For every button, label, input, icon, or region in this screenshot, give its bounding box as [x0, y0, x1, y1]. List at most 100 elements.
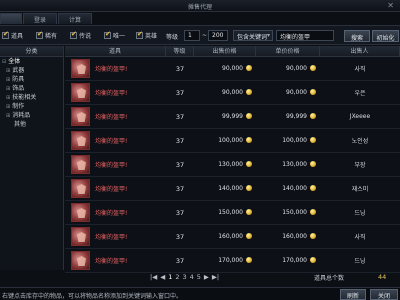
- filter-option-rare[interactable]: 稀有: [36, 30, 57, 40]
- filter-option-hero[interactable]: 英雄: [136, 30, 157, 40]
- table-row[interactable]: 均衡的盔甲! 37 100,000 100,000 노인성: [65, 129, 400, 153]
- window-title: 摊售代理: [187, 4, 212, 11]
- seller-name: 사직: [354, 66, 366, 73]
- last-page-button[interactable]: ▶|: [212, 273, 219, 281]
- search-button[interactable]: 搜索: [344, 30, 370, 42]
- tab-register[interactable]: 登录: [23, 13, 58, 24]
- tab-browse[interactable]: [0, 13, 22, 24]
- gold-coin-icon: [246, 185, 252, 191]
- gold-coin-icon: [246, 257, 252, 263]
- gold-coin-icon: [246, 209, 252, 215]
- page-3[interactable]: 3: [182, 273, 186, 281]
- category-consumable[interactable]: ⊞ 消耗品: [0, 111, 63, 120]
- item-level: 37: [175, 232, 185, 241]
- category-all[interactable]: ⊟ 全体: [0, 57, 63, 66]
- keyword-mode-select[interactable]: 包含关键词 ▾: [233, 30, 273, 41]
- table-row[interactable]: 均衡的盔甲! 37 150,000 150,000 드닝: [65, 201, 400, 225]
- item-name: 均衡的盔甲!: [95, 138, 128, 145]
- gold-coin-icon: [310, 257, 316, 263]
- reset-button[interactable]: 初始化: [372, 30, 399, 42]
- table-row[interactable]: 均衡的盔甲! 37 90,000 90,000 사직: [65, 57, 400, 81]
- checkbox[interactable]: [104, 30, 111, 39]
- filter-option-legend[interactable]: 传说: [70, 30, 91, 40]
- refresh-button[interactable]: 刷新: [340, 289, 366, 300]
- column-unit-price[interactable]: 单价价格: [256, 46, 320, 56]
- filter-option-unique[interactable]: 唯一: [104, 30, 125, 40]
- armor-icon[interactable]: [71, 251, 90, 270]
- price-value: 99,999: [222, 113, 243, 120]
- page-1[interactable]: 1: [168, 273, 172, 281]
- item-name: 均衡的盔甲!: [95, 186, 128, 193]
- table-row[interactable]: 均衡的盔甲! 37 170,000 170,000 드닝: [65, 249, 400, 273]
- category-accessory[interactable]: ⊞ 饰品: [0, 84, 63, 93]
- first-page-button[interactable]: |◀: [150, 273, 157, 281]
- title-bar: 摊售代理 ✕: [0, 0, 400, 12]
- seller-name: 사직: [354, 234, 366, 241]
- category-craft[interactable]: ⊞ 制作: [0, 102, 63, 111]
- item-name: 均衡的盔甲!: [95, 210, 128, 217]
- page-5[interactable]: 5: [197, 273, 201, 281]
- seller-name: 우은: [354, 90, 366, 97]
- armor-icon[interactable]: [71, 107, 90, 126]
- column-price[interactable]: 出售价格: [194, 46, 256, 56]
- item-level: 37: [175, 112, 185, 121]
- level-min-input[interactable]: 1: [184, 30, 200, 41]
- plus-icon: ⊞: [6, 104, 11, 110]
- seller-name: 드닝: [354, 258, 366, 265]
- table-row[interactable]: 均衡的盔甲! 37 130,000 130,000 부장: [65, 153, 400, 177]
- checkbox[interactable]: [136, 30, 143, 39]
- keyword-input[interactable]: 均衡的盔甲: [276, 30, 334, 41]
- level-max-input[interactable]: 200: [208, 30, 228, 41]
- armor-icon[interactable]: [71, 83, 90, 102]
- price-cell: 90,000: [194, 89, 256, 96]
- gold-coin-icon: [310, 233, 316, 239]
- gold-coin-icon: [246, 89, 252, 95]
- item-cell: 均衡的盔甲!: [65, 153, 166, 177]
- table-row[interactable]: 均衡的盔甲! 37 99,999 99,999 JXeeee: [65, 105, 400, 129]
- category-skill[interactable]: ⊞ 技能相关: [0, 93, 63, 102]
- page-2[interactable]: 2: [175, 273, 179, 281]
- column-item[interactable]: 道具: [65, 46, 166, 56]
- armor-icon[interactable]: [71, 131, 90, 150]
- listing-table: 道具 等级 出售价格 单价价格 出售人 均衡的盔甲! 37 90,000 90,000…: [65, 46, 400, 273]
- column-seller[interactable]: 出售人: [320, 46, 400, 56]
- close-button[interactable]: 关闭: [370, 289, 398, 300]
- armor-icon[interactable]: [71, 203, 90, 222]
- unit-price-cell: 160,000: [256, 233, 320, 240]
- close-icon[interactable]: ✕: [387, 1, 394, 10]
- gold-coin-icon: [246, 233, 252, 239]
- armor-icon[interactable]: [71, 179, 90, 198]
- table-row[interactable]: 均衡的盔甲! 37 90,000 90,000 우은: [65, 81, 400, 105]
- gold-coin-icon: [246, 113, 252, 119]
- armor-icon[interactable]: [71, 227, 90, 246]
- armor-icon[interactable]: [71, 59, 90, 78]
- filter-option-item[interactable]: 道具: [2, 30, 24, 40]
- checkbox[interactable]: [2, 30, 9, 39]
- item-level: 37: [175, 160, 185, 169]
- tab-calculate[interactable]: 计算: [58, 13, 93, 24]
- unit-price-cell: 140,000: [256, 185, 320, 192]
- plus-icon: ⊞: [6, 86, 11, 92]
- item-name: 均衡的盔甲!: [95, 66, 128, 73]
- item-cell: 均衡的盔甲!: [65, 201, 166, 225]
- armor-icon[interactable]: [71, 155, 90, 174]
- page-4[interactable]: 4: [190, 273, 194, 281]
- chevron-down-icon: ▾: [266, 32, 270, 39]
- unit-price-cell: 150,000: [256, 209, 320, 216]
- checkbox[interactable]: [36, 30, 43, 39]
- category-other[interactable]: 其他: [0, 120, 63, 129]
- tab-bar: 登录 计算: [0, 13, 93, 24]
- checkbox[interactable]: [70, 30, 77, 39]
- column-level[interactable]: 等级: [166, 46, 194, 56]
- next-page-button[interactable]: ▶: [204, 273, 209, 281]
- item-cell: 均衡的盔甲!: [65, 81, 166, 105]
- category-armor[interactable]: ⊞ 防具: [0, 75, 63, 84]
- item-name: 均衡的盔甲!: [95, 114, 128, 121]
- prev-page-button[interactable]: ◀: [160, 273, 165, 281]
- gold-coin-icon: [246, 161, 252, 167]
- category-label: 饰品: [12, 85, 25, 92]
- table-row[interactable]: 均衡的盔甲! 37 160,000 160,000 사직: [65, 225, 400, 249]
- filter-option-label: 道具: [11, 33, 24, 40]
- category-weapon[interactable]: ⊞ 武器: [0, 66, 63, 75]
- table-row[interactable]: 均衡的盔甲! 37 140,000 140,000 재스미: [65, 177, 400, 201]
